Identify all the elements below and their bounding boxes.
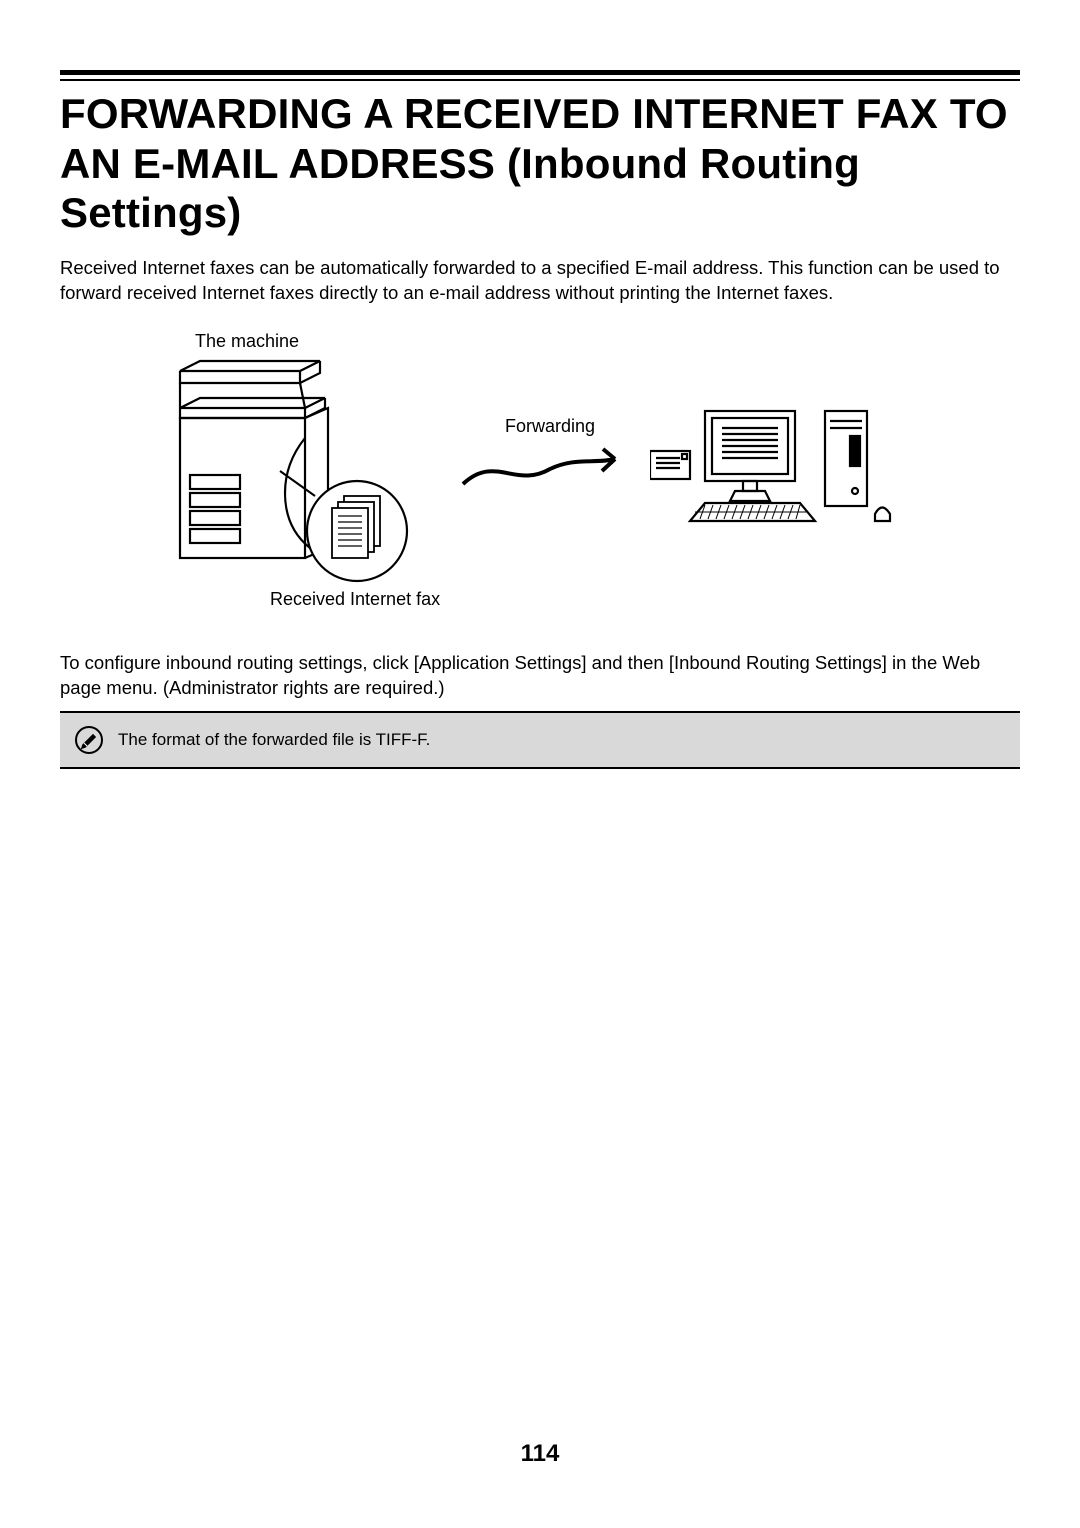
forwarding-label: Forwarding [505,416,595,437]
computer-icon [650,406,895,531]
intro-paragraph: Received Internet faxes can be automatic… [60,256,1020,306]
forwarding-arrow-icon [455,439,635,494]
page-title: FORWARDING A RECEIVED INTERNET FAX TO AN… [60,89,1020,238]
received-label: Received Internet fax [270,589,440,610]
config-paragraph: To configure inbound routing settings, c… [60,651,1020,701]
pencil-note-icon [74,725,104,755]
note-text: The format of the forwarded file is TIFF… [118,730,430,750]
top-double-rule [60,70,1020,81]
note-box: The format of the forwarded file is TIFF… [60,711,1020,769]
diagram: The machine Forwarding Received Internet… [60,331,1020,631]
connector-line [275,466,335,506]
machine-label: The machine [195,331,299,352]
page-number: 114 [0,1440,1080,1468]
